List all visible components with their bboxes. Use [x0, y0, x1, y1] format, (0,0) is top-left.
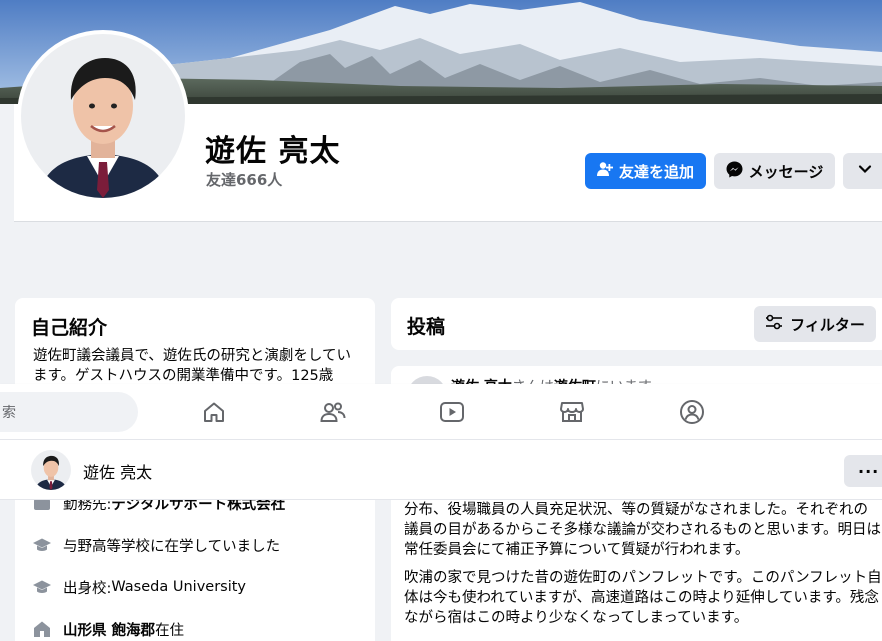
filter-label: フィルター	[790, 315, 865, 334]
header-edge	[0, 104, 14, 222]
intro-school: 与野高等学校に在学していました	[31, 534, 280, 556]
home-icon	[31, 618, 53, 640]
sticky-more-button[interactable]: ···	[844, 455, 882, 487]
intro-bio: 遊佐町議会議員で、遊佐氏の研究と演劇をしています。ゲストハウスの開業準備中です。…	[33, 348, 351, 384]
intro-home-place[interactable]: 山形県 飽海郡	[63, 619, 155, 640]
intro-title: 自己紹介	[31, 317, 108, 339]
posts-header-card: 投稿 フィルター	[391, 298, 882, 350]
intro-alma-prefix: 出身校:	[63, 580, 112, 597]
profile-more-button[interactable]	[843, 153, 882, 189]
messenger-icon	[726, 161, 743, 182]
sticky-profile-bar: 遊佐 亮太 ···	[0, 440, 882, 500]
friends-icon[interactable]	[319, 398, 347, 426]
graduation-cap-icon	[31, 576, 53, 598]
intro-hometown: 山形県 飽海郡 在住	[31, 618, 184, 640]
intro-alma: 出身校: Waseda University	[31, 576, 246, 598]
profile-avatar[interactable]	[17, 30, 189, 202]
marketplace-icon[interactable]	[558, 398, 586, 426]
intro-alma-org[interactable]: Waseda University	[111, 579, 246, 595]
add-friend-label: 友達を追加	[618, 162, 694, 181]
sticky-profile-name[interactable]: 遊佐 亮太	[83, 459, 152, 483]
profile-name: 遊佐 亮太	[205, 134, 341, 169]
post-text-1: 分布、役場職員の人員充足状況、等の質疑がなされました。それぞれの議員の目があるか…	[404, 502, 882, 558]
intro-school-text[interactable]: 与野高等学校に在学していました	[63, 535, 280, 556]
add-friend-button[interactable]: 友達を追加	[585, 153, 706, 189]
top-navigation-bar: 索	[0, 384, 882, 440]
filter-sliders-icon	[765, 314, 783, 334]
search-input[interactable]: 索	[0, 392, 138, 432]
graduation-cap-icon	[31, 534, 53, 556]
post-text-2: 吹浦の家で見つけた昔の遊佐町のパンフレットです。このパンフレット自体は今も使われ…	[404, 570, 882, 626]
search-text: 索	[2, 405, 16, 421]
filter-button[interactable]: フィルター	[754, 306, 876, 342]
friends-count[interactable]: 友達666人	[206, 169, 282, 190]
watch-icon[interactable]	[438, 398, 466, 426]
home-icon[interactable]	[200, 398, 228, 426]
message-label: メッセージ	[748, 162, 824, 181]
posts-title: 投稿	[407, 316, 446, 338]
groups-icon[interactable]	[678, 398, 706, 426]
add-friend-icon	[596, 161, 613, 181]
sticky-profile-avatar[interactable]	[31, 450, 71, 490]
chevron-down-icon	[858, 162, 872, 180]
message-button[interactable]: メッセージ	[714, 153, 835, 189]
intro-home-suffix: 在住	[155, 622, 185, 639]
